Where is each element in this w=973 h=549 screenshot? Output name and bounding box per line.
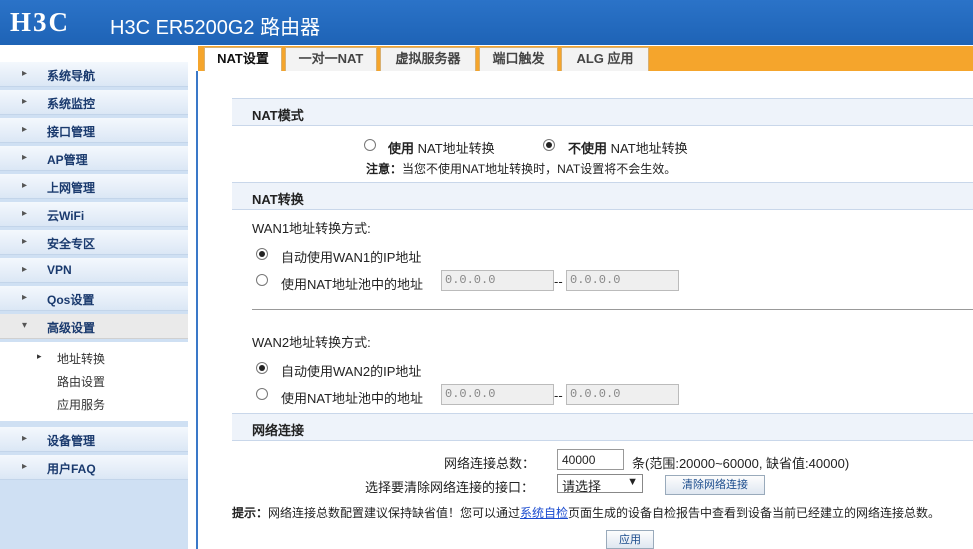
section-title: 网络连接: [252, 423, 305, 438]
sidebar-item-cloud-wifi[interactable]: ▸ 云WiFi: [0, 202, 188, 227]
chevron-down-icon: ▼: [627, 476, 638, 488]
section-title: NAT模式: [252, 108, 304, 123]
apply-button[interactable]: 应用: [606, 530, 654, 549]
total-connections-label: 网络连接总数：: [444, 456, 536, 471]
tab-virtual-server[interactable]: 虚拟服务器: [380, 47, 476, 71]
chevron-right-icon: ▸: [37, 351, 42, 361]
tab-port-trigger[interactable]: 端口触发: [479, 47, 558, 71]
tab-nat-settings[interactable]: NAT设置: [204, 47, 282, 71]
sidebar: ▸ 系统导航 ▸ 系统监控 ▸ 接口管理 ▸ AP管理 ▸ 上网管理 ▸ 云WiFi ▸ 安全…: [0, 45, 188, 549]
sidebar-item-device[interactable]: ▸ 设备管理: [0, 427, 188, 452]
sidebar-item-ap[interactable]: ▸ AP管理: [0, 146, 188, 171]
nat-nouse-radio[interactable]: [543, 139, 555, 151]
subnav-item-app-service[interactable]: 应用服务: [0, 392, 188, 415]
wan2-pool-end-input[interactable]: 0.0.0.0: [566, 384, 679, 405]
chevron-right-icon: ▸: [22, 208, 28, 219]
wan2-label: WAN2地址转换方式:: [252, 335, 371, 350]
wan2-pool-start-input[interactable]: 0.0.0.0: [441, 384, 554, 405]
nat-mode-note: 注意：当您不使用NAT地址转换时，NAT设置将不会生效。: [366, 162, 677, 176]
sidebar-item-security[interactable]: ▸ 安全专区: [0, 230, 188, 255]
sidebar-item-qos[interactable]: ▸ Qos设置: [0, 286, 188, 311]
self-check-link[interactable]: 系统自检: [520, 506, 568, 520]
chevron-down-icon: ▾: [22, 320, 28, 331]
app-title: H3C ER5200G2 路由器: [110, 17, 321, 39]
wan1-auto-radio[interactable]: [256, 248, 268, 260]
nat-use-radio[interactable]: [364, 139, 376, 151]
wan2-auto-label: 自动使用WAN2的IP地址: [281, 364, 422, 379]
subnav-item-nat[interactable]: ▸ 地址转换: [0, 346, 188, 369]
total-connections-input[interactable]: 40000: [557, 449, 624, 470]
range-separator: --: [554, 388, 563, 403]
nat-settings-panel: NAT模式 使用 NAT地址转换 不使用 NAT地址转换 注意：当您不使用NAT…: [232, 98, 973, 549]
total-connections-range: 条(范围:20000~60000, 缺省值:40000): [632, 456, 850, 471]
chevron-right-icon: ▸: [22, 180, 28, 191]
tab-one-to-one-nat[interactable]: 一对一NAT: [285, 47, 377, 71]
wan1-pool-label: 使用NAT地址池中的地址: [281, 277, 424, 292]
clear-interface-label: 选择要清除网络连接的接口：: [365, 480, 535, 495]
chevron-right-icon: ▸: [22, 124, 28, 135]
wan2-auto-radio[interactable]: [256, 362, 268, 374]
chevron-right-icon: ▸: [22, 461, 28, 472]
wan1-pool-radio[interactable]: [256, 274, 268, 286]
wan1-auto-label: 自动使用WAN1的IP地址: [281, 250, 422, 265]
chevron-right-icon: ▸: [22, 264, 28, 275]
divider: [252, 309, 973, 310]
sidebar-item-faq[interactable]: ▸ 用户FAQ: [0, 455, 188, 480]
wan2-pool-label: 使用NAT地址池中的地址: [281, 391, 424, 406]
chevron-right-icon: ▸: [22, 152, 28, 163]
sidebar-item-interface[interactable]: ▸ 接口管理: [0, 118, 188, 143]
section-nat-mode: NAT模式: [232, 98, 973, 126]
section-connections: 网络连接: [232, 413, 973, 441]
wan1-pool-start-input[interactable]: 0.0.0.0: [441, 270, 554, 291]
connections-tip: 提示：网络连接总数配置建议保持缺省值！您可以通过系统自检页面生成的设备自检报告中…: [232, 506, 941, 520]
wan2-pool-radio[interactable]: [256, 388, 268, 400]
sidebar-item-advanced[interactable]: ▾ 高级设置: [0, 314, 188, 339]
nat-use-label: 使用 NAT地址转换: [388, 141, 495, 156]
section-nat-convert: NAT转换: [232, 182, 973, 210]
tab-alg[interactable]: ALG 应用: [561, 47, 649, 71]
sidebar-item-system-monitor[interactable]: ▸ 系统监控: [0, 90, 188, 115]
clear-interface-select[interactable]: 请选择 ▼: [557, 474, 643, 494]
range-separator: --: [554, 274, 563, 289]
chevron-right-icon: ▸: [22, 433, 28, 444]
chevron-right-icon: ▸: [22, 292, 28, 303]
wan1-pool-end-input[interactable]: 0.0.0.0: [566, 270, 679, 291]
sidebar-item-internet[interactable]: ▸ 上网管理: [0, 174, 188, 199]
app-header: H3C H3C ER5200G2 路由器: [0, 0, 973, 45]
sidebar-item-system-nav[interactable]: ▸ 系统导航: [0, 62, 188, 87]
advanced-subnav: ▸ 地址转换 路由设置 应用服务: [0, 342, 188, 421]
wan1-label: WAN1地址转换方式:: [252, 221, 371, 236]
tab-bar: NAT设置 一对一NAT 虚拟服务器 端口触发 ALG 应用: [198, 46, 973, 71]
chevron-right-icon: ▸: [22, 96, 28, 107]
subnav-item-routing[interactable]: 路由设置: [0, 369, 188, 392]
chevron-right-icon: ▸: [22, 236, 28, 247]
h3c-logo: H3C: [10, 7, 70, 37]
section-title: NAT转换: [252, 192, 304, 207]
sidebar-item-vpn[interactable]: ▸ VPN: [0, 258, 188, 283]
nat-nouse-label: 不使用 NAT地址转换: [568, 141, 688, 156]
chevron-right-icon: ▸: [22, 68, 28, 79]
clear-connections-button[interactable]: 清除网络连接: [665, 475, 765, 495]
